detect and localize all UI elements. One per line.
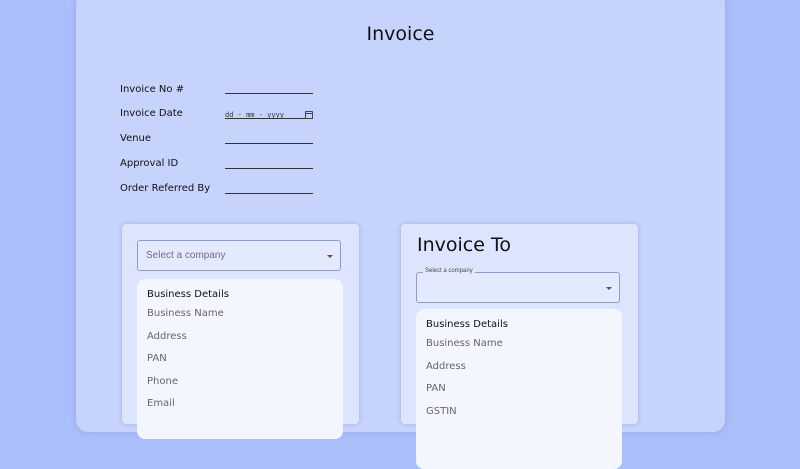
from-company-panel: Select a company Business Details Busine… xyxy=(122,224,359,439)
to-business-details: Business Details Business Name Address P… xyxy=(416,309,622,469)
invoice-date-placeholder: dd - mm - yyyy xyxy=(225,111,285,119)
to-business-name[interactable]: Business Name xyxy=(426,338,503,349)
venue-label: Venue xyxy=(120,133,152,144)
to-pan[interactable]: PAN xyxy=(426,383,446,394)
invoice-to-panel: Invoice To Select a company Business Det… xyxy=(401,224,638,469)
chevron-down-icon xyxy=(606,287,612,290)
invoice-no-label: Invoice No # xyxy=(120,84,185,95)
from-business-details: Business Details Business Name Address P… xyxy=(137,279,343,439)
from-details-title: Business Details xyxy=(147,289,229,300)
from-company-select[interactable]: Select a company xyxy=(137,240,341,271)
from-phone[interactable]: Phone xyxy=(147,376,178,387)
venue-input[interactable] xyxy=(225,129,313,144)
from-business-name[interactable]: Business Name xyxy=(147,308,224,319)
from-address[interactable]: Address xyxy=(147,331,187,342)
to-details-title: Business Details xyxy=(426,319,508,330)
to-gstin[interactable]: GSTIN xyxy=(426,406,457,417)
to-company-select[interactable]: Select a company xyxy=(416,268,620,303)
to-company-select-label: Select a company xyxy=(423,268,475,274)
from-company-select-placeholder: Select a company xyxy=(146,250,226,261)
to-address[interactable]: Address xyxy=(426,361,466,372)
order-referred-by-input[interactable] xyxy=(225,179,313,194)
chevron-down-icon xyxy=(327,255,333,258)
invoice-date-label: Invoice Date xyxy=(120,108,183,119)
approval-id-input[interactable] xyxy=(225,154,313,169)
page-title: Invoice xyxy=(366,23,435,45)
invoice-to-title: Invoice To xyxy=(417,234,511,256)
approval-id-label: Approval ID xyxy=(120,158,179,169)
order-referred-by-label: Order Referred By xyxy=(120,183,211,194)
invoice-no-input[interactable] xyxy=(225,79,313,94)
from-pan[interactable]: PAN xyxy=(147,353,167,364)
invoice-card: Invoice Invoice No # Invoice Date dd - m… xyxy=(76,0,725,469)
calendar-icon[interactable] xyxy=(305,111,313,119)
from-email[interactable]: Email xyxy=(147,398,175,409)
